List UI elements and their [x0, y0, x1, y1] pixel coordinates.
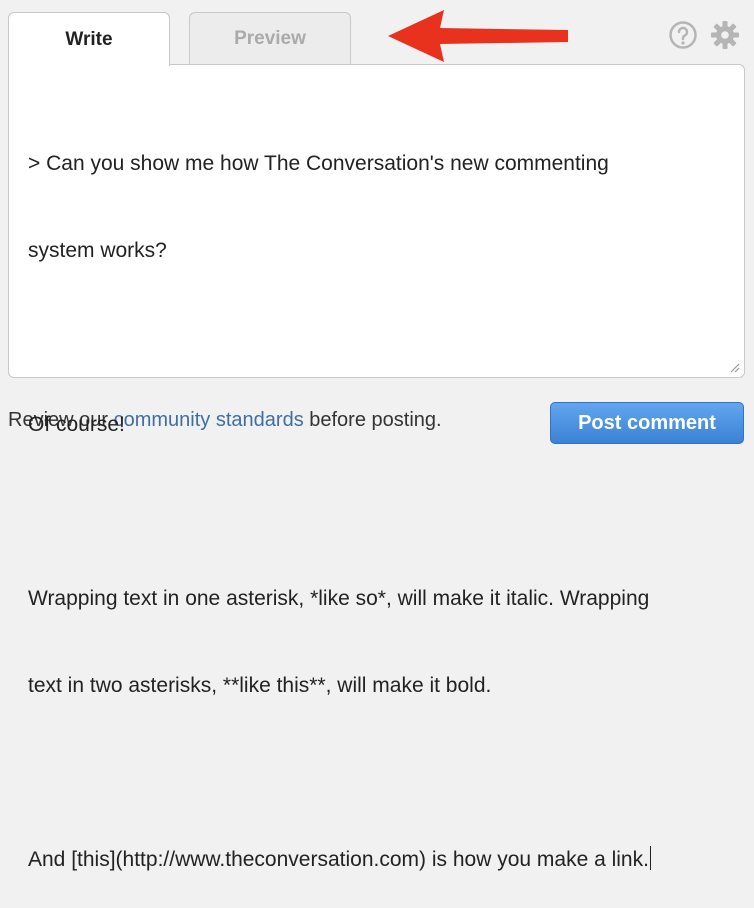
tab-preview[interactable]: Preview	[189, 12, 351, 64]
tab-write[interactable]: Write	[8, 12, 170, 66]
red-arrow-annotation	[388, 10, 568, 62]
tab-preview-label: Preview	[234, 27, 306, 49]
editor-line: > Can you show me how The Conversation's…	[28, 152, 609, 175]
resize-handle-icon[interactable]	[728, 361, 740, 373]
comment-textarea[interactable]: > Can you show me how The Conversation's…	[8, 64, 745, 871]
gear-icon[interactable]	[710, 20, 740, 50]
help-icon[interactable]	[668, 20, 698, 50]
comment-text: > Can you show me how The Conversation's…	[28, 91, 724, 908]
editor-line: Wrapping text in one asterisk, *like so*…	[28, 587, 650, 610]
tab-write-label: Write	[65, 28, 113, 50]
editor-line: text in two asterisks, **like this**, wi…	[28, 674, 492, 697]
editor-line: system works?	[28, 239, 167, 262]
editor-toolbar-icons	[668, 20, 740, 50]
text-caret	[649, 846, 651, 870]
editor-line-last: And [this](http://www.theconversation.co…	[28, 845, 724, 874]
editor-line: Of course!	[28, 413, 125, 436]
editor-line: And [this](http://www.theconversation.co…	[28, 848, 649, 871]
